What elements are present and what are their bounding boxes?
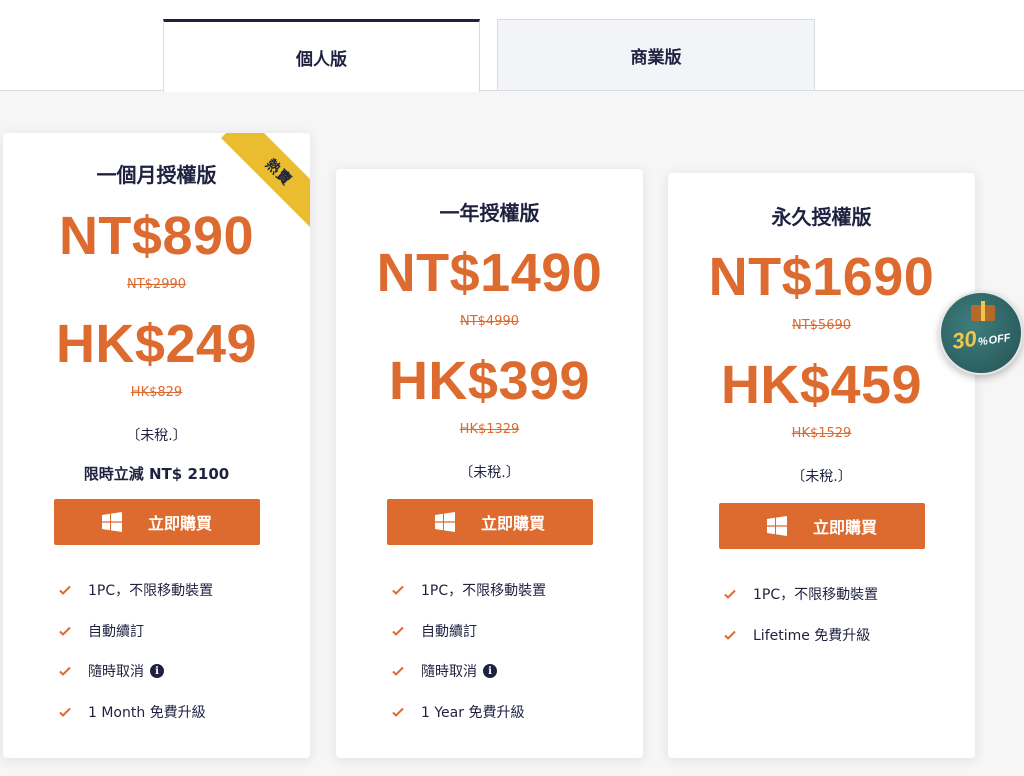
promo-text: 限時立減 NT$ 2100 [83, 465, 230, 483]
check-icon [391, 583, 405, 597]
check-icon [391, 664, 405, 678]
price-hk: HK$249 [55, 314, 258, 374]
price-nt: NT$1490 [376, 243, 603, 303]
buy-now-button[interactable]: 立即購買 [54, 499, 260, 545]
check-icon [58, 583, 72, 597]
plan-title: 一個月授權版 [96, 163, 217, 187]
price-hk: HK$399 [388, 351, 591, 411]
info-icon[interactable]: i [483, 664, 497, 679]
plan-card-monthly: 熱賣 一個月授權版 NT$890 NT$2990 HK$249 HK$829 〔… [3, 133, 310, 758]
tax-note: 〔未稅.〕 [126, 428, 187, 444]
feature-list: 1PC，不限移動裝置 自動續訂 隨時取消 i 1 Year 免費升級 [391, 570, 546, 732]
buy-now-button[interactable]: 立即購買 [719, 503, 925, 549]
feature-item: 隨時取消 i [58, 651, 213, 692]
feature-item: Lifetime 免費升級 [723, 615, 878, 656]
buy-now-button[interactable]: 立即購買 [387, 499, 593, 545]
check-icon [58, 705, 72, 719]
check-icon [58, 624, 72, 638]
feature-list: 1PC，不限移動裝置 自動續訂 隨時取消 i 1 Month 免費升級 [58, 570, 213, 732]
original-price-hk: HK$829 [130, 385, 183, 400]
check-icon [723, 587, 737, 601]
tax-note: 〔未稅.〕 [791, 469, 852, 485]
feature-item: 1PC，不限移動裝置 [391, 570, 546, 611]
plan-title: 一年授權版 [439, 201, 540, 225]
buy-now-label: 立即購買 [480, 514, 545, 533]
windows-icon [766, 516, 787, 536]
feature-item: 1PC，不限移動裝置 [58, 570, 213, 611]
feature-item: 自動續訂 [391, 611, 546, 652]
check-icon [391, 624, 405, 638]
original-price-nt: NT$4990 [459, 314, 520, 329]
feature-item: 自動續訂 [58, 611, 213, 652]
windows-icon [101, 512, 122, 532]
plan-card-yearly: 一年授權版 NT$1490 NT$4990 HK$399 HK$1329 〔未稅… [336, 169, 643, 758]
plan-title: 永久授權版 [771, 205, 872, 229]
original-price-nt: NT$2990 [126, 277, 187, 292]
tab-business[interactable]: 商業版 [497, 19, 815, 90]
check-icon [58, 664, 72, 678]
buy-now-label: 立即購買 [147, 514, 212, 533]
feature-item: 1PC，不限移動裝置 [723, 574, 878, 615]
buy-now-label: 立即購買 [812, 518, 877, 537]
plan-tab-bar: 個人版 商業版 [0, 0, 1024, 92]
original-price-nt: NT$5690 [791, 318, 852, 333]
badge-text: 30%OFF [950, 325, 1012, 354]
check-icon [723, 628, 737, 642]
tax-note: 〔未稅.〕 [459, 465, 520, 481]
tab-personal[interactable]: 個人版 [163, 19, 480, 92]
discount-badge-icon: 30%OFF [939, 291, 1023, 375]
price-nt: NT$890 [58, 206, 255, 266]
feature-item: 隨時取消 i [391, 651, 546, 692]
plan-card-lifetime: 永久授權版 NT$1690 NT$5690 HK$459 HK$1529 〔未稅… [668, 173, 975, 758]
feature-item: 1 Month 免費升級 [58, 692, 213, 733]
price-nt: NT$1690 [708, 247, 935, 307]
feature-item: 1 Year 免費升級 [391, 692, 546, 733]
feature-list: 1PC，不限移動裝置 Lifetime 免費升級 [723, 574, 878, 655]
check-icon [391, 705, 405, 719]
gift-icon [971, 301, 995, 321]
price-hk: HK$459 [720, 355, 923, 415]
original-price-hk: HK$1529 [791, 426, 852, 441]
original-price-hk: HK$1329 [459, 422, 520, 437]
info-icon[interactable]: i [150, 664, 164, 679]
windows-icon [434, 512, 455, 532]
